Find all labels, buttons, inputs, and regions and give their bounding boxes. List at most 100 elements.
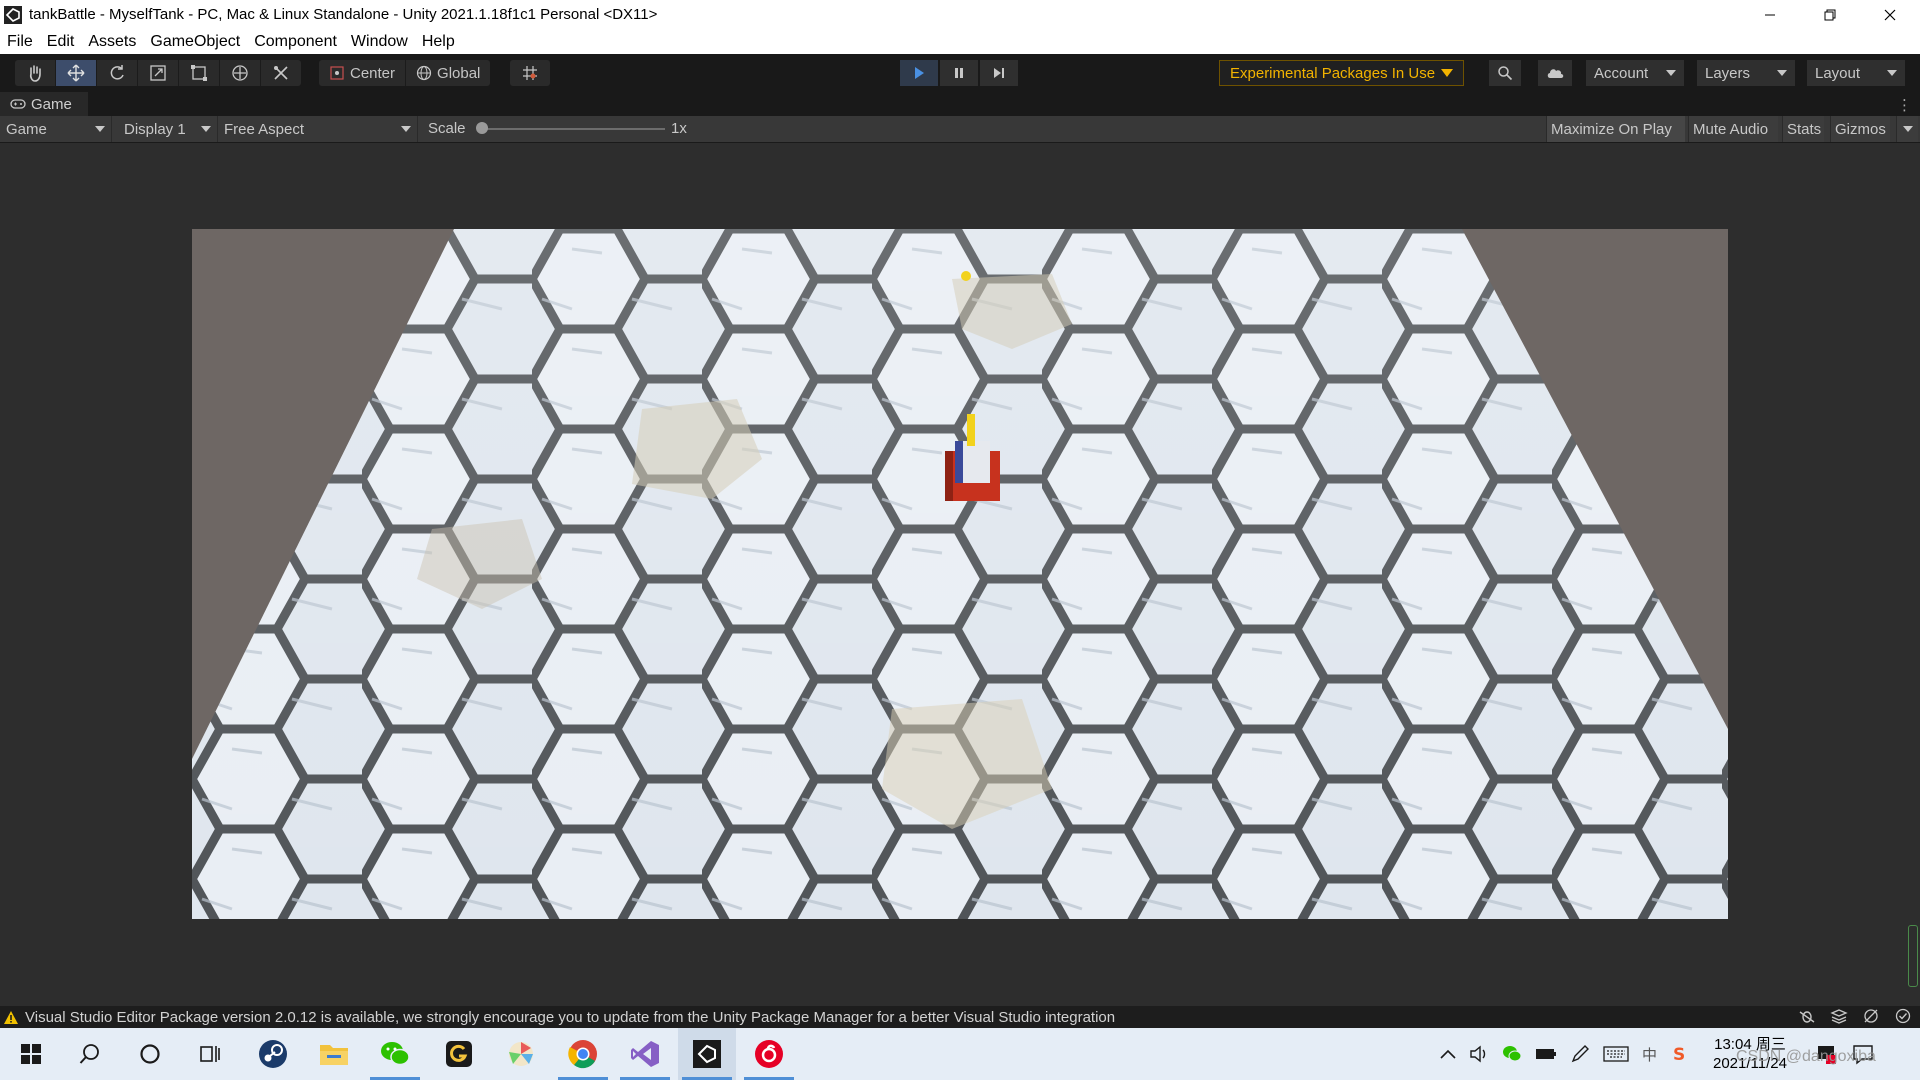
layers-stack-icon[interactable] (1830, 1008, 1848, 1024)
play-icon (915, 67, 924, 79)
mute-audio-label: Mute Audio (1693, 120, 1769, 138)
taskbar-visual-studio[interactable] (616, 1028, 674, 1080)
menu-help[interactable]: Help (415, 29, 462, 54)
bug-icon[interactable] (1798, 1008, 1816, 1024)
gizmos-toggle[interactable]: Gizmos (1830, 116, 1890, 142)
grammarly-icon (446, 1041, 472, 1067)
rect-tool-button[interactable] (179, 60, 220, 86)
game-viewport[interactable] (0, 143, 1920, 1006)
tab-game[interactable]: Game (0, 92, 88, 116)
taskbar-chrome[interactable] (554, 1028, 612, 1080)
no-network-icon[interactable] (1862, 1008, 1880, 1024)
transform-tool-icon (232, 65, 248, 81)
ime-icon[interactable]: 中 (1642, 1044, 1657, 1065)
menu-gameobject[interactable]: GameObject (143, 29, 247, 54)
stats-label: Stats (1787, 120, 1822, 138)
transform-tool-button[interactable] (220, 60, 261, 86)
status-icons (1798, 1008, 1912, 1024)
scale-tool-icon (150, 65, 166, 81)
menu-window[interactable]: Window (344, 29, 415, 54)
gizmos-label: Gizmos (1835, 120, 1886, 138)
display-select[interactable]: Display 1 (118, 116, 218, 142)
volume-icon[interactable] (1469, 1045, 1489, 1063)
taskbar-color-picker[interactable] (492, 1028, 550, 1080)
sogou-icon[interactable]: S (1670, 1044, 1690, 1064)
transform-tools (15, 60, 301, 86)
caret-down-icon (1902, 126, 1913, 132)
color-picker-icon (509, 1042, 533, 1066)
search-button[interactable] (1489, 60, 1521, 86)
minimize-button[interactable] (1740, 0, 1800, 29)
scale-slider-handle[interactable] (476, 122, 488, 134)
layers-dropdown[interactable]: Layers (1697, 60, 1795, 86)
start-button[interactable] (2, 1028, 60, 1080)
scale-slider-track[interactable] (485, 128, 665, 130)
play-controls (900, 60, 1018, 86)
menu-file[interactable]: File (0, 29, 40, 54)
game-render[interactable] (192, 229, 1728, 919)
tab-menu-icon[interactable]: ⋮ (1897, 96, 1912, 114)
cloud-icon (1547, 69, 1564, 78)
pivot-mode-button[interactable]: Center (319, 60, 407, 86)
grid-snap-button[interactable] (510, 60, 550, 86)
chevron-up-icon[interactable] (1440, 1049, 1456, 1059)
caret-down-icon (401, 126, 411, 132)
menu-component[interactable]: Component (247, 29, 344, 54)
unity-logo-icon (4, 5, 22, 24)
menu-assets[interactable]: Assets (81, 29, 143, 54)
taskbar-file-explorer[interactable] (305, 1028, 363, 1080)
restore-icon (1824, 9, 1836, 20)
restore-button[interactable] (1800, 0, 1860, 29)
aspect-select[interactable]: Free Aspect (218, 116, 418, 142)
taskbar-steam[interactable] (244, 1028, 302, 1080)
layout-dropdown[interactable]: Layout (1807, 60, 1905, 86)
move-tool-button[interactable] (56, 60, 97, 86)
pivot-rotation-label: Global (437, 64, 481, 82)
stats-toggle[interactable]: Stats (1782, 116, 1824, 142)
tab-strip: Game ⋮ (0, 92, 1920, 116)
cloud-button[interactable] (1538, 60, 1572, 86)
caret-down-icon (1887, 70, 1897, 76)
step-button[interactable] (980, 60, 1018, 86)
cortana-icon (140, 1044, 160, 1064)
keyboard-icon[interactable] (1603, 1046, 1629, 1062)
experimental-packages-dropdown[interactable]: Experimental Packages In Use (1219, 60, 1465, 86)
menu-edit[interactable]: Edit (40, 29, 82, 54)
netease-music-icon (755, 1040, 783, 1068)
maximize-on-play-toggle[interactable]: Maximize On Play (1546, 116, 1685, 142)
window-title: tankBattle - MyselfTank - PC, Mac & Linu… (29, 6, 658, 23)
vertical-scrollbar[interactable] (1908, 925, 1918, 987)
close-button[interactable] (1860, 0, 1920, 29)
layout-label: Layout (1815, 64, 1861, 82)
console-status-bar[interactable]: Visual Studio Editor Package version 2.0… (0, 1006, 1920, 1028)
window-title-bar: tankBattle - MyselfTank - PC, Mac & Linu… (0, 0, 1920, 29)
taskbar-grammarly[interactable] (430, 1028, 488, 1080)
pivot-mode-label: Center (350, 64, 396, 82)
search-icon (79, 1044, 99, 1064)
rotate-tool-button[interactable] (97, 60, 138, 86)
battery-icon[interactable] (1535, 1047, 1557, 1061)
chrome-icon (568, 1040, 597, 1069)
minimize-icon (1765, 14, 1775, 15)
taskbar-netease-music[interactable] (740, 1028, 798, 1080)
mute-audio-toggle[interactable]: Mute Audio (1688, 116, 1778, 142)
cortana-button[interactable] (121, 1028, 179, 1080)
pivot-center-icon (330, 66, 344, 80)
pivot-rotation-button[interactable]: Global (406, 60, 490, 86)
taskbar-search-button[interactable] (61, 1028, 119, 1080)
taskbar-unity[interactable] (678, 1028, 736, 1080)
task-view-button[interactable] (181, 1028, 239, 1080)
custom-tool-button[interactable] (261, 60, 301, 86)
pen-icon[interactable] (1570, 1044, 1590, 1064)
account-dropdown[interactable]: Account (1586, 60, 1684, 86)
scale-tool-button[interactable] (138, 60, 179, 86)
check-circle-icon[interactable] (1894, 1008, 1912, 1024)
wechat-tray-icon[interactable] (1502, 1045, 1522, 1063)
play-button[interactable] (900, 60, 938, 86)
view-select[interactable]: Game (0, 116, 112, 142)
hand-tool-button[interactable] (15, 60, 56, 86)
steam-icon (259, 1040, 287, 1068)
pause-button[interactable] (940, 60, 978, 86)
taskbar-wechat[interactable] (366, 1028, 424, 1080)
gizmos-dropdown[interactable] (1896, 116, 1918, 142)
